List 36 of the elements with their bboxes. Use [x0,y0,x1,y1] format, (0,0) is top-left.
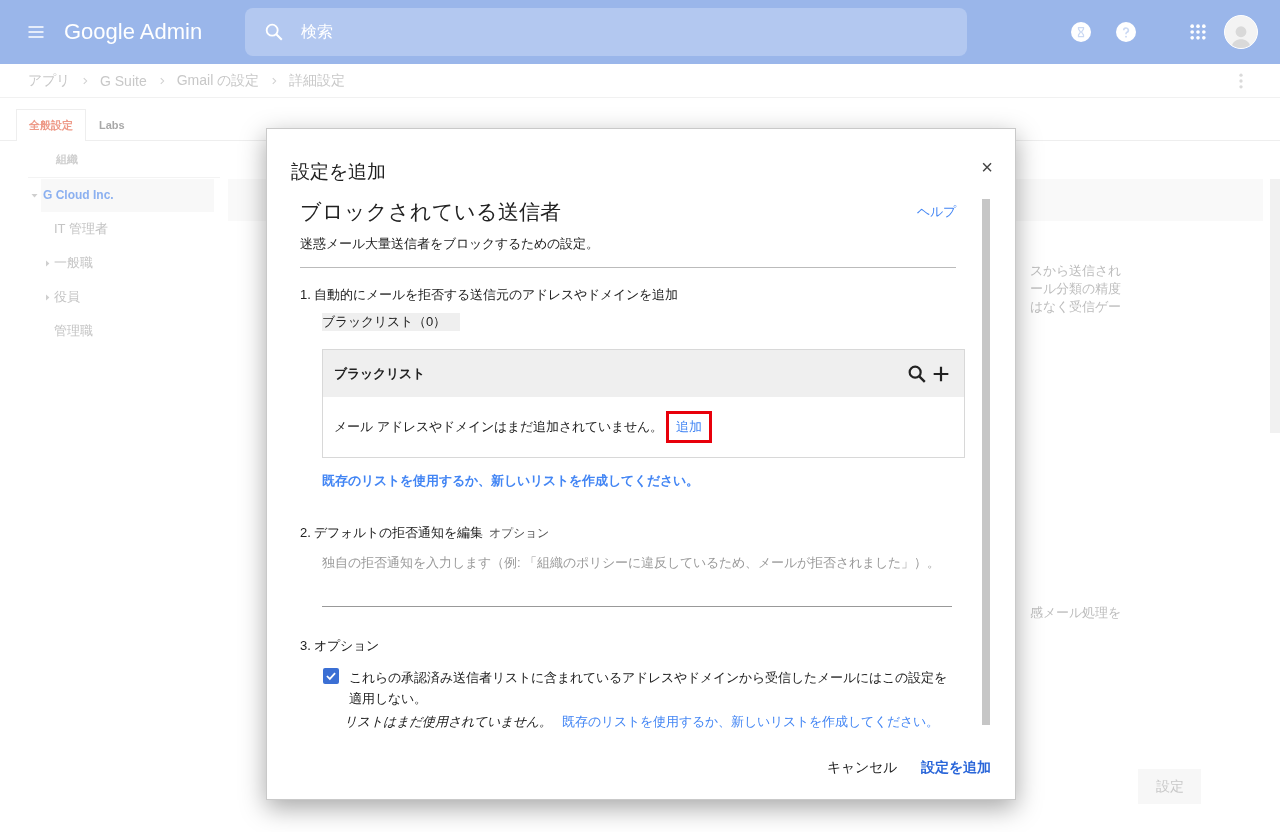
message-field[interactable]: 独自の拒否通知を入力します（例: 「組織のポリシーに違反しているため、メールが拒否されました」）。 [322,554,952,607]
add-setting-button[interactable]: 設定を追加 [921,759,991,777]
help-link[interactable]: ヘルプ [917,203,956,221]
tree-item[interactable]: G Cloud Inc. [41,178,214,212]
add-link[interactable]: 追加 [665,411,712,443]
checkbox[interactable] [323,668,339,684]
tab[interactable]: 全般設定 [16,109,86,141]
step-title: 3. オプション [300,637,381,655]
caret-right-icon[interactable] [43,258,52,268]
search-icon [263,21,285,43]
avatar-icon[interactable] [1224,15,1258,49]
description-text: 迷惑メール大量送信者をブロックするための設定。 [300,235,600,253]
caret-right-icon[interactable] [43,292,52,302]
list-link[interactable]: 既存のリストを使用するか、新しいリストを作成してください。 [562,713,939,731]
cancel-button[interactable]: キャンセル [827,759,897,777]
tree-item[interactable]: 役員 [54,280,214,314]
checkbox-label: これらの承認済み送信者リストに含まれているアドレスやドメインから受信したメールにはこの設定を適用しない。 [349,669,948,708]
list-label: ブラックリスト（0） [322,313,461,331]
search-field[interactable]: 検索 [245,8,967,56]
chevron-icon [80,75,90,86]
optional-label: オプション [489,526,550,540]
table-title: ブラックリスト [334,364,425,383]
hourglass-icon[interactable] [1071,22,1091,42]
section-heading: ブロックされている送信者 [300,199,561,225]
list-link[interactable]: 既存のリストを使用するか、新しいリストを作成してください。 [322,472,956,490]
app-logo: Google Admin [64,19,204,45]
apps-icon[interactable] [1188,22,1208,42]
close-button[interactable]: × [979,155,995,179]
tab[interactable]: Labs [86,109,138,140]
empty-message: メール アドレスやドメインはまだ追加されていません。 [334,418,663,436]
description-text: スから送信され [1030,262,1122,280]
step-title: 1. 自動的にメールを拒否する送信元のアドレスやドメインを追加 [300,286,680,304]
step-title: 2. デフォルトの拒否通知を編集 [300,525,484,540]
status-text: リストはまだ使用されていません。 [344,713,552,731]
dialog-title: 設定を追加 [291,160,386,184]
help-icon[interactable] [1116,22,1136,42]
